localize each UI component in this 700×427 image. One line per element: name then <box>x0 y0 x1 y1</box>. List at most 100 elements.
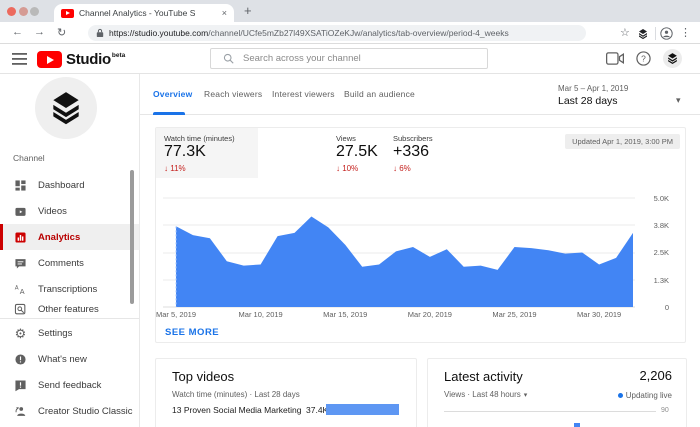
window-minimize-button[interactable] <box>19 7 28 16</box>
channel-avatar[interactable] <box>35 77 97 139</box>
search-input[interactable] <box>243 53 487 64</box>
layers-logo-icon <box>47 89 85 127</box>
reload-icon[interactable]: ↻ <box>57 26 66 39</box>
url-origin: https://studio.youtube.com <box>109 28 208 38</box>
url-text: https://studio.youtube.com/channel/UCfe5… <box>109 28 509 38</box>
card-title: Top videos <box>172 369 234 384</box>
active-tab-underline <box>153 112 185 115</box>
tab-interest-viewers[interactable]: Interest viewers <box>272 89 335 99</box>
studio-sidebar: Channel Dashboard Videos Analytics Comme… <box>0 74 140 427</box>
caret-down-icon: ▾ <box>524 392 528 399</box>
svg-text:?: ? <box>641 54 646 64</box>
y-axis-label: 1.3K <box>635 276 669 285</box>
sidebar-item-dashboard[interactable]: Dashboard <box>0 172 139 198</box>
create-video-icon[interactable] <box>606 52 624 65</box>
browser-tabstrip: Channel Analytics - YouTube S × + <box>0 0 700 22</box>
back-icon[interactable]: ← <box>12 26 23 38</box>
other-features-icon <box>13 302 28 317</box>
y-axis-label: 2.5K <box>635 248 669 257</box>
sidebar-section-label: Channel <box>13 153 45 163</box>
tab-reach-viewers[interactable]: Reach viewers <box>204 89 262 99</box>
card-title: Latest activity <box>444 369 523 384</box>
settings-gear-icon: ⚙ <box>13 326 28 341</box>
latest-activity-filter[interactable]: Views · Last 48 hours▾ <box>444 390 527 399</box>
whats-new-icon <box>13 352 28 367</box>
see-more-link[interactable]: SEE MORE <box>165 327 219 338</box>
url-path: /channel/UCfe5mZb27l49XSATiOZeKJw/analyt… <box>208 28 508 38</box>
sidebar-item-send-feedback[interactable]: Send feedback <box>0 372 139 398</box>
sparkline-baseline <box>444 411 656 412</box>
comments-icon <box>13 256 28 271</box>
logo-beta-text: beta <box>112 52 125 59</box>
caret-down-icon[interactable]: ▾ <box>676 95 681 106</box>
svg-text:Ā: Ā <box>15 284 19 291</box>
sidebar-item-creator-studio-classic[interactable]: Creator Studio Classic <box>0 398 139 424</box>
tab-build-an-audience[interactable]: Build an audience <box>344 89 415 99</box>
window-zoom-button[interactable] <box>30 7 39 16</box>
analytics-tabbar: Overview Reach viewers Interest viewers … <box>140 74 700 115</box>
forward-icon[interactable]: → <box>34 26 45 38</box>
x-axis-label: Mar 15, 2019 <box>323 310 367 319</box>
card-subtitle: Watch time (minutes) · Last 28 days <box>172 390 300 399</box>
date-range-text: Mar 5 – Apr 1, 2019 <box>558 84 628 93</box>
transcriptions-icon: ĀA <box>13 282 28 297</box>
sidebar-item-settings[interactable]: ⚙ Settings <box>0 320 139 346</box>
down-arrow-icon: ↓ <box>336 164 340 173</box>
address-bar[interactable]: https://studio.youtube.com/channel/UCfe5… <box>88 25 586 41</box>
area-chart-svg <box>163 191 635 308</box>
top-video-row[interactable]: 13 Proven Social Media Marketing Tips f.… <box>172 405 302 415</box>
dashboard-icon <box>13 178 28 193</box>
logo-text: Studio <box>66 51 111 68</box>
tab-overview[interactable]: Overview <box>153 89 192 99</box>
down-arrow-icon: ↓ <box>393 164 397 173</box>
sparkline-bar <box>574 423 580 427</box>
top-video-bar <box>326 404 399 415</box>
sidebar-item-analytics[interactable]: Analytics <box>0 224 139 250</box>
search-icon <box>223 53 234 64</box>
down-arrow-icon: ↓ <box>164 164 168 173</box>
extension-icon[interactable] <box>637 28 649 40</box>
analytics-icon <box>13 230 28 245</box>
latest-activity-card: Latest activity 2,206 Views · Last 48 ho… <box>427 358 687 427</box>
lock-icon <box>96 28 104 38</box>
analytics-main: Overview Reach viewers Interest viewers … <box>140 74 700 427</box>
creator-studio-classic-icon <box>13 404 28 419</box>
x-axis-label: Mar 5, 2019 <box>156 310 196 319</box>
help-icon[interactable]: ? <box>636 51 651 66</box>
live-dot-icon <box>618 393 623 398</box>
browser-tab[interactable]: Channel Analytics - YouTube S × <box>54 4 234 22</box>
y-axis-label: 5.0K <box>635 194 669 203</box>
youtube-studio-logo[interactable]: Studio beta <box>37 51 125 68</box>
sidebar-item-whats-new[interactable]: What's new <box>0 346 139 372</box>
x-axis-label: Mar 30, 2019 <box>577 310 621 319</box>
x-axis-labels: Mar 5, 2019Mar 10, 2019Mar 15, 2019Mar 2… <box>163 310 635 322</box>
account-avatar[interactable] <box>663 49 682 68</box>
updating-live-badge: Updating live <box>618 391 672 400</box>
videos-icon <box>13 204 28 219</box>
sidebar-item-other-features[interactable]: Other features <box>0 300 139 318</box>
date-range-selector[interactable]: Last 28 days <box>558 95 618 107</box>
sidebar-item-comments[interactable]: Comments <box>0 250 139 276</box>
latest-activity-value: 2,206 <box>639 368 672 383</box>
youtube-play-icon <box>37 51 62 68</box>
bookmark-star-icon[interactable]: ☆ <box>620 26 630 39</box>
tab-close-icon[interactable]: × <box>222 8 227 18</box>
toolbar-divider <box>655 27 656 40</box>
layers-logo-icon <box>666 52 679 65</box>
studio-header: Studio beta ? <box>0 44 700 74</box>
window-close-button[interactable] <box>7 7 16 16</box>
new-tab-button[interactable]: + <box>244 3 252 18</box>
browser-toolbar: ← → ↻ https://studio.youtube.com/channel… <box>0 22 700 44</box>
browser-window: Channel Analytics - YouTube S × + ← → ↻ … <box>0 0 700 427</box>
hamburger-menu-icon[interactable] <box>12 53 27 65</box>
sidebar-item-transcriptions[interactable]: ĀA Transcriptions <box>0 276 139 302</box>
sidebar-item-videos[interactable]: Videos <box>0 198 139 224</box>
updated-badge: Updated Apr 1, 2019, 3:00 PM <box>565 134 680 149</box>
overview-card: Watch time (minutes) 77.3K ↓ 11% Views 2… <box>155 127 686 343</box>
svg-text:A: A <box>20 286 25 295</box>
browser-profile-icon[interactable] <box>660 27 673 40</box>
y-axis-label: 3.8K <box>635 221 669 230</box>
browser-menu-dots-icon[interactable]: ⋮ <box>680 26 691 39</box>
metric-watch-time[interactable]: Watch time (minutes) 77.3K ↓ 11% <box>156 128 258 178</box>
sidebar-scrollbar[interactable] <box>130 170 134 304</box>
